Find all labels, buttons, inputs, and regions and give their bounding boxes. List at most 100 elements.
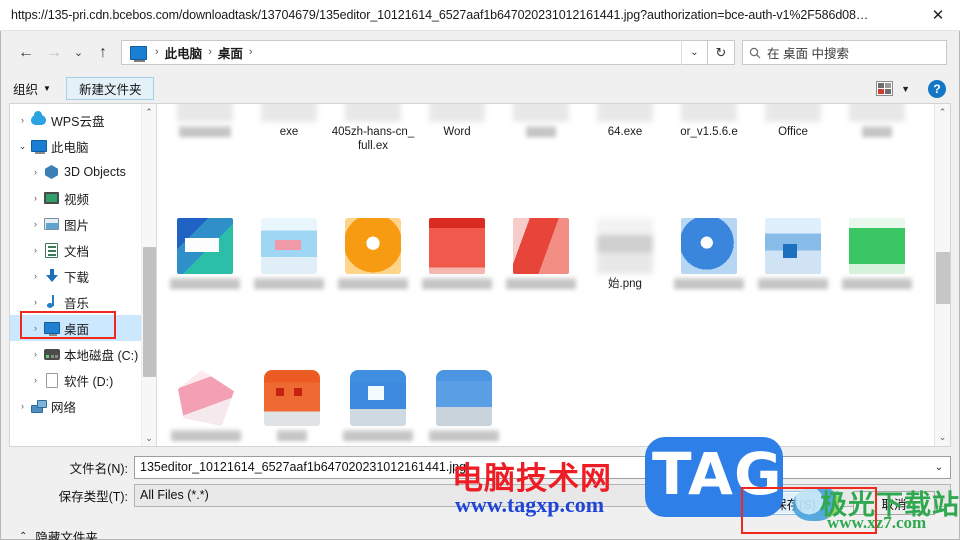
list-item[interactable] — [421, 366, 507, 446]
sidebar-scrollbar-thumb[interactable] — [143, 247, 156, 377]
sidebar-item-3d-objects[interactable]: › 3D Objects — [10, 159, 156, 185]
refresh-icon[interactable]: ↻ — [708, 40, 735, 65]
chevron-down-icon[interactable]: ▼ — [901, 84, 910, 94]
chevron-down-icon[interactable]: ⌄ — [681, 40, 707, 65]
list-item[interactable] — [499, 214, 583, 366]
chevron-right-icon[interactable]: › — [29, 245, 42, 255]
scroll-up-icon[interactable]: ⌃ — [935, 104, 950, 121]
chevron-right-icon[interactable]: › — [29, 167, 42, 177]
file-list-scrollbar-thumb[interactable] — [936, 252, 950, 304]
list-item[interactable]: or_v1.5.6.e — [667, 104, 751, 214]
breadcrumb[interactable]: › 此电脑 › 桌面 › ⌄ — [121, 40, 708, 65]
file-thumbnail — [513, 104, 569, 122]
sidebar-item-desktop[interactable]: › 桌面 — [10, 315, 156, 341]
navigation-bar: ← → ⌄ ↑ › 此电脑 › 桌面 › ⌄ ↻ 在 桌面 中搜索 — [1, 31, 959, 74]
forward-icon[interactable]: → — [40, 39, 68, 67]
chevron-right-icon[interactable]: › — [16, 115, 29, 125]
chevron-right-icon[interactable]: › — [29, 323, 42, 333]
chevron-down-icon[interactable]: ⌄ — [928, 457, 950, 478]
chevron-right-icon[interactable]: › — [29, 349, 42, 359]
chevron-down-icon: ▼ — [43, 84, 51, 93]
sidebar-item-local-disk-c[interactable]: › 本地磁盘 (C:) — [10, 341, 156, 367]
file-label — [842, 278, 912, 289]
up-icon[interactable]: ↑ — [89, 39, 117, 67]
file-thumbnail — [681, 218, 737, 274]
list-item[interactable]: 始.png — [583, 214, 667, 366]
chevron-right-icon[interactable]: › — [29, 219, 42, 229]
list-item[interactable] — [499, 104, 583, 214]
list-item[interactable] — [163, 104, 247, 214]
file-thumbnail — [264, 370, 320, 426]
sidebar-item-videos[interactable]: › 视频 — [10, 185, 156, 211]
cancel-button[interactable]: 取消 — [853, 491, 935, 515]
list-item[interactable]: exe — [247, 104, 331, 214]
file-thumbnail — [597, 218, 653, 274]
file-list[interactable]: exe 405zh-hans-cn_full.ex Word 64.exe or… — [157, 104, 950, 446]
search-input[interactable]: 在 桌面 中搜索 — [742, 40, 947, 65]
breadcrumb-item-desktop[interactable]: 桌面 — [218, 43, 243, 62]
chevron-right-icon[interactable]: › — [29, 375, 42, 385]
list-item[interactable] — [163, 366, 249, 446]
file-thumbnail — [261, 218, 317, 274]
chevron-right-icon[interactable]: › — [29, 193, 42, 203]
sidebar-item-downloads[interactable]: › 下载 — [10, 263, 156, 289]
list-item[interactable] — [335, 366, 421, 446]
list-item[interactable] — [667, 214, 751, 366]
sidebar-item-documents[interactable]: › 文档 — [10, 237, 156, 263]
3d-objects-icon — [42, 165, 61, 179]
sidebar-item-this-pc[interactable]: ⌄ 此电脑 — [10, 133, 156, 159]
list-item[interactable] — [835, 214, 919, 366]
save-button[interactable]: 保存(S) — [751, 491, 839, 515]
list-item[interactable] — [247, 214, 331, 366]
file-thumbnail — [350, 370, 406, 426]
chevron-right-icon[interactable]: › — [16, 401, 29, 411]
music-icon — [42, 295, 61, 309]
document-icon — [42, 242, 61, 258]
organize-button[interactable]: 组织 ▼ — [13, 79, 51, 98]
file-label — [429, 430, 499, 441]
file-row — [157, 366, 919, 446]
sidebar-item-music[interactable]: › 音乐 — [10, 289, 156, 315]
list-item[interactable] — [415, 214, 499, 366]
sidebar-item-wps-cloud[interactable]: › WPS云盘 — [10, 107, 156, 133]
chevron-down-icon[interactable]: ⌄ — [16, 141, 29, 152]
list-item[interactable] — [331, 214, 415, 366]
list-item[interactable] — [249, 366, 335, 446]
list-item[interactable] — [751, 214, 835, 366]
file-label: 64.exe — [607, 126, 643, 138]
list-item[interactable] — [835, 104, 919, 214]
sidebar-item-network[interactable]: › 网络 — [10, 393, 156, 419]
list-item[interactable]: Word — [415, 104, 499, 214]
new-folder-button[interactable]: 新建文件夹 — [65, 77, 155, 100]
scroll-up-icon[interactable]: ⌃ — [142, 104, 156, 120]
hide-folders-toggle[interactable]: ⌃ 隐藏文件夹 — [19, 527, 98, 540]
scroll-down-icon[interactable]: ⌄ — [935, 429, 950, 446]
file-thumbnail — [177, 104, 233, 122]
browser-area: › WPS云盘 ⌄ 此电脑 › 3D Objects › 视频 › 图片 › 文… — [9, 103, 951, 447]
list-item[interactable]: 64.exe — [583, 104, 667, 214]
sidebar-item-software-d[interactable]: › 软件 (D:) — [10, 367, 156, 393]
back-icon[interactable]: ← — [12, 39, 40, 67]
file-list-scrollbar[interactable]: ⌃ ⌄ — [934, 104, 950, 446]
file-row: exe 405zh-hans-cn_full.ex Word 64.exe or… — [157, 104, 919, 214]
file-thumbnail — [681, 104, 737, 122]
file-label — [506, 278, 576, 289]
file-thumbnail — [597, 104, 653, 122]
file-label: Office — [778, 126, 808, 138]
recent-locations-icon[interactable]: ⌄ — [68, 39, 89, 67]
sidebar-item-pictures[interactable]: › 图片 — [10, 211, 156, 237]
help-icon[interactable]: ? — [928, 79, 946, 98]
scroll-down-icon[interactable]: ⌄ — [142, 430, 156, 446]
filename-input[interactable]: 135editor_10121614_6527aaf1b647020231012… — [134, 455, 951, 479]
list-item[interactable]: 405zh-hans-cn_full.ex — [331, 104, 415, 214]
chevron-right-icon[interactable]: › — [29, 297, 42, 307]
breadcrumb-item-this-pc[interactable]: 此电脑 — [165, 43, 203, 62]
filetype-label: 保存类型(T): — [58, 489, 128, 504]
sidebar-scrollbar[interactable]: ⌃ ⌄ — [141, 104, 156, 446]
sidebar-item-label: 音乐 — [64, 296, 90, 311]
view-options-icon[interactable] — [876, 81, 894, 96]
chevron-right-icon[interactable]: › — [29, 271, 42, 281]
list-item[interactable] — [163, 214, 247, 366]
close-icon[interactable]: ✕ — [916, 0, 960, 31]
list-item[interactable]: Office — [751, 104, 835, 214]
